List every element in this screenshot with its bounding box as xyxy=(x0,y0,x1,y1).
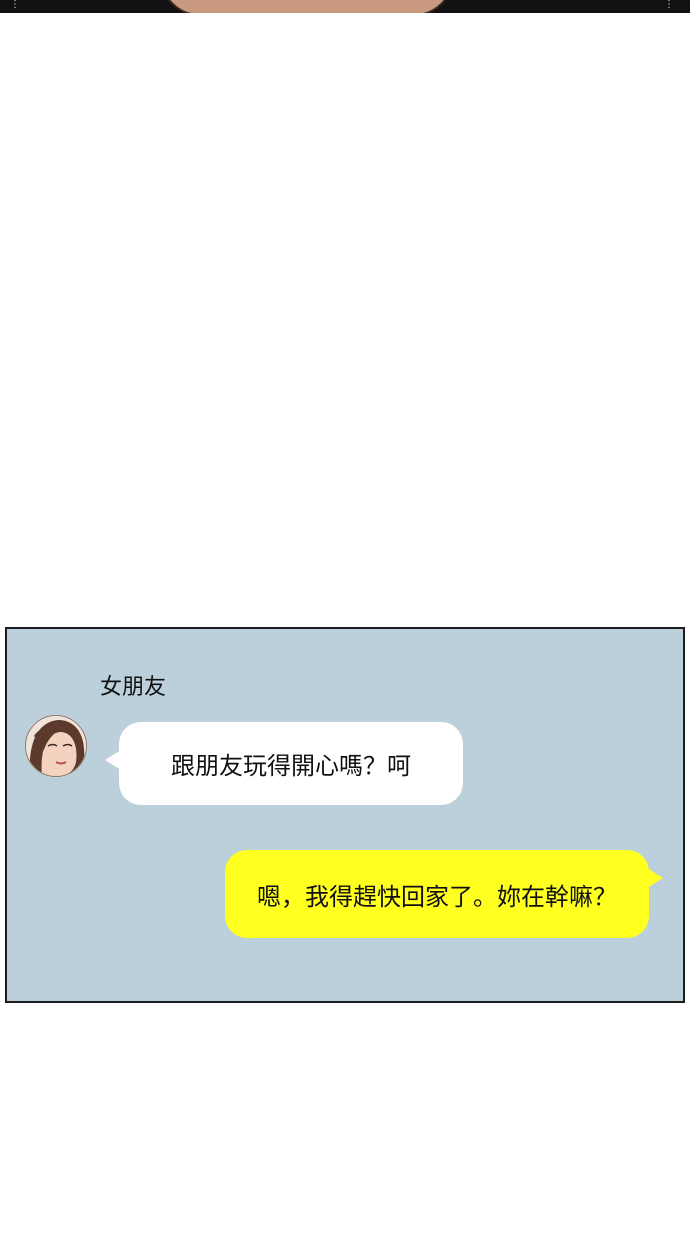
incoming-message-text: 跟朋友玩得開心嗎？呵 xyxy=(171,752,411,780)
chat-screen-panel: 女朋友 跟朋友玩得開心嗎？呵 嗯，我得趕快回家了。妳在幹嘛？ xyxy=(5,627,685,1003)
sender-name: 女朋友 xyxy=(100,675,167,700)
incoming-message-bubble: 跟朋友玩得開心嗎？呵 xyxy=(105,722,463,805)
vertical-dots-icon: ⋮ xyxy=(664,0,674,10)
outgoing-message-text: 嗯，我得趕快回家了。妳在幹嘛？ xyxy=(257,882,617,911)
outgoing-message-bubble: 嗯，我得趕快回家了。妳在幹嘛？ xyxy=(225,850,663,938)
previous-panel-artwork xyxy=(160,0,454,13)
previous-panel-edge: ⋮ ⋮ xyxy=(0,0,690,13)
vertical-dots-icon: ⋮ xyxy=(10,0,20,10)
girlfriend-avatar-icon xyxy=(25,715,87,777)
